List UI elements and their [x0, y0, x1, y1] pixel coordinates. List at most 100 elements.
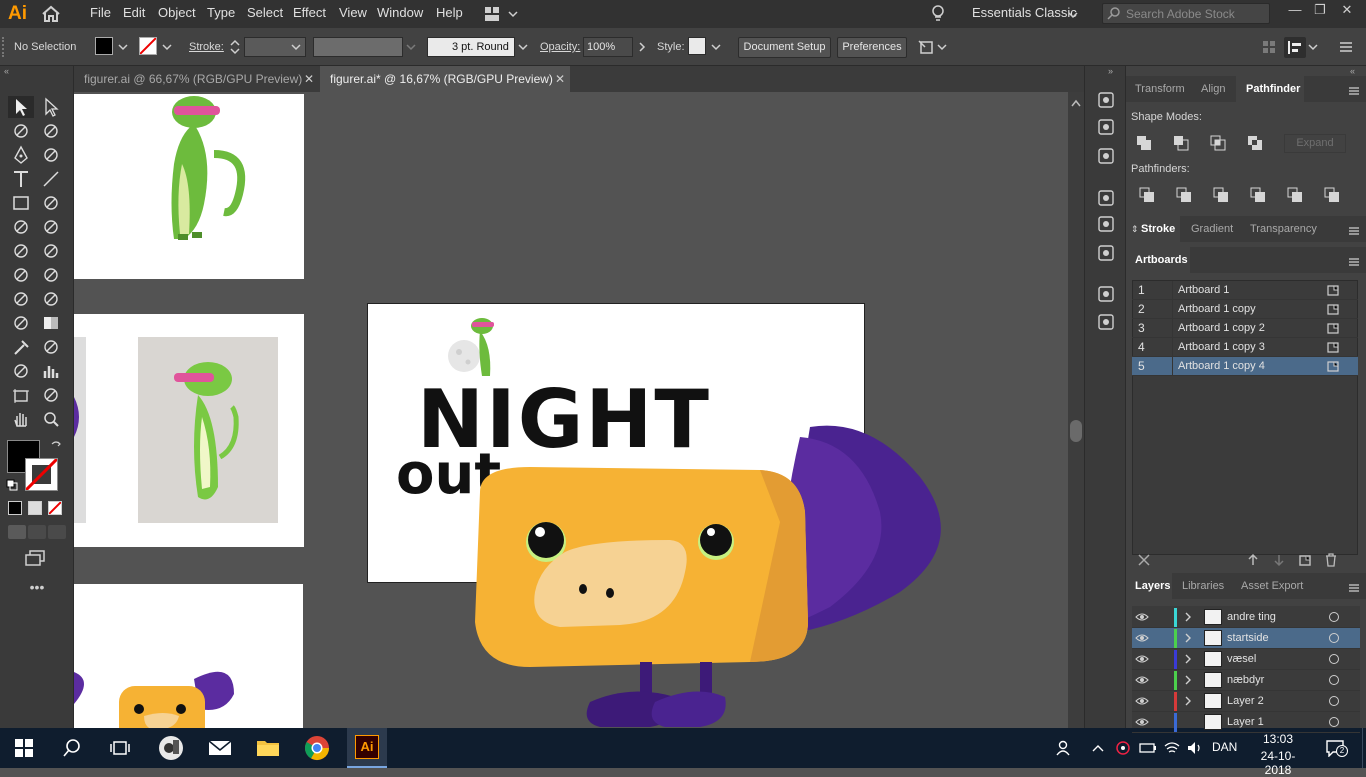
rearrange-icon[interactable] — [1137, 553, 1151, 567]
eye-icon[interactable] — [1135, 611, 1149, 623]
screen-mode-icon[interactable] — [24, 550, 48, 566]
layer-row[interactable]: andre ting — [1132, 607, 1360, 628]
tab-stroke[interactable]: Stroke — [1141, 223, 1175, 235]
symbol-sprayer-tool-icon[interactable] — [9, 360, 33, 382]
minus-back-icon[interactable] — [1324, 187, 1340, 203]
variable-width-profile[interactable] — [313, 37, 403, 57]
eyedropper-tool-icon[interactable] — [9, 336, 33, 358]
collapse-toolbar-icon[interactable]: « — [4, 66, 18, 76]
chevron-right-icon[interactable] — [1183, 696, 1193, 706]
tray-chevron-up-icon[interactable] — [1091, 742, 1105, 752]
mesh-tool-icon[interactable] — [9, 312, 33, 334]
panel-menu-icon[interactable] — [1348, 256, 1360, 266]
stroke-color-box[interactable] — [24, 457, 59, 492]
unite-icon[interactable] — [1136, 135, 1152, 151]
workspace-switcher[interactable]: Essentials Classic — [972, 5, 1077, 20]
artboard-options-icon[interactable] — [1326, 360, 1340, 372]
layer-row[interactable]: startside — [1132, 628, 1360, 649]
minimize-button[interactable]: — — [1284, 2, 1306, 22]
opacity-label[interactable]: Opacity: — [540, 41, 580, 53]
chevron-right-icon[interactable] — [1183, 654, 1193, 664]
hand-tool-icon[interactable] — [9, 408, 33, 430]
chevron-right-icon[interactable] — [1183, 675, 1193, 685]
menu-select[interactable]: Select — [247, 5, 283, 20]
pin-icon[interactable] — [917, 37, 947, 57]
artboard-row[interactable]: 1 Artboard 1 — [1132, 281, 1358, 300]
move-up-icon[interactable] — [1246, 553, 1260, 567]
artboard-tool-icon[interactable] — [9, 384, 33, 406]
exclude-icon[interactable] — [1247, 135, 1263, 151]
file-explorer-icon[interactable] — [254, 734, 282, 762]
paintbrush-tool-icon[interactable] — [39, 192, 63, 214]
tab-transparency[interactable]: Transparency — [1250, 223, 1317, 235]
artboard-thumb-1[interactable] — [74, 94, 304, 279]
stroke-label[interactable]: Stroke: — [189, 41, 224, 53]
rotate-tool-icon[interactable] — [9, 240, 33, 262]
scrollbar-thumb[interactable] — [1070, 420, 1082, 442]
eye-icon[interactable] — [1135, 695, 1149, 707]
shape-builder-tool-icon[interactable] — [9, 288, 33, 310]
fill-color-swatch[interactable] — [95, 37, 113, 55]
artboard-row[interactable]: 3 Artboard 1 copy 2 — [1132, 319, 1358, 338]
color-mode-icon[interactable] — [8, 501, 22, 515]
artboard-options-icon[interactable] — [1326, 284, 1340, 296]
clock-date[interactable]: 24-10-2018 — [1250, 749, 1306, 777]
stroke-weight-stepper[interactable] — [228, 37, 242, 57]
chevron-down-icon[interactable] — [1308, 41, 1318, 51]
shaper-tool-icon[interactable] — [9, 216, 33, 238]
crop-icon[interactable] — [1250, 187, 1266, 203]
panel-menu-icon[interactable] — [1348, 582, 1360, 592]
lightbulb-icon[interactable] — [930, 4, 946, 24]
artboard-options-icon[interactable] — [1326, 322, 1340, 334]
search-icon[interactable] — [62, 738, 82, 758]
menu-effect[interactable]: Effect — [293, 5, 326, 20]
brushes-icon[interactable] — [1096, 214, 1116, 234]
eye-icon[interactable] — [1135, 716, 1149, 728]
control-bar-grip[interactable] — [2, 37, 6, 57]
draw-inside-icon[interactable] — [48, 525, 66, 539]
gradient-tool-icon[interactable] — [39, 312, 63, 334]
eraser-tool-icon[interactable] — [39, 216, 63, 238]
tab-asset-export[interactable]: Asset Export — [1241, 580, 1303, 592]
chevron-down-icon[interactable] — [406, 41, 416, 51]
tab-figurer-16[interactable]: figurer.ai* @ 16,67% (RGB/GPU Preview) — [320, 66, 570, 92]
chevron-right-icon[interactable] — [1183, 633, 1193, 643]
swatches-icon[interactable] — [1096, 188, 1116, 208]
language-indicator[interactable]: DAN — [1212, 740, 1237, 754]
opacity-field[interactable]: 100% — [583, 37, 633, 57]
tab-artboards[interactable]: Artboards — [1135, 254, 1188, 266]
collapse-panels-icon[interactable]: » — [1108, 66, 1113, 76]
artboard-thumb-3[interactable] — [74, 584, 303, 728]
chevron-down-icon[interactable] — [1068, 9, 1078, 19]
column-graph-tool-icon[interactable] — [39, 360, 63, 382]
selection-tool-icon[interactable] — [9, 96, 33, 118]
image-trace-icon[interactable] — [1096, 146, 1116, 166]
cc-libraries-icon[interactable] — [1096, 117, 1116, 137]
layer-target-icon[interactable] — [1329, 612, 1339, 622]
menu-help[interactable]: Help — [436, 5, 463, 20]
tab-figurer-66[interactable]: figurer.ai @ 66,67% (RGB/GPU Preview) — [74, 66, 320, 92]
minus-front-icon[interactable] — [1173, 135, 1189, 151]
close-icon[interactable]: ✕ — [555, 72, 565, 86]
chrome-icon[interactable] — [303, 734, 331, 762]
eye-icon[interactable] — [1135, 674, 1149, 686]
tab-pathfinder[interactable]: Pathfinder — [1246, 83, 1300, 95]
swap-fill-stroke-icon[interactable] — [50, 440, 62, 452]
collapse-arrows-icon[interactable]: ⇕ — [1131, 224, 1139, 235]
canvas[interactable]: NIGHT out — [74, 92, 1068, 728]
expand-button[interactable]: Expand — [1284, 134, 1346, 153]
grid-icon[interactable] — [1262, 40, 1276, 54]
move-down-icon[interactable] — [1272, 553, 1286, 567]
trash-icon[interactable] — [1324, 553, 1338, 567]
scroll-up-icon[interactable] — [1071, 96, 1081, 107]
artboard-row[interactable]: 2 Artboard 1 copy — [1132, 300, 1358, 319]
layer-target-icon[interactable] — [1329, 717, 1339, 727]
tab-libraries[interactable]: Libraries — [1182, 580, 1224, 592]
menu-type[interactable]: Type — [207, 5, 235, 20]
draw-behind-icon[interactable] — [28, 525, 46, 539]
collapse-dock-icon[interactable]: « — [1350, 66, 1355, 76]
curvature-tool-icon[interactable] — [39, 144, 63, 166]
tab-align[interactable]: Align — [1201, 83, 1225, 95]
cloud-tray-icon[interactable] — [1114, 740, 1132, 756]
layer-target-icon[interactable] — [1329, 675, 1339, 685]
